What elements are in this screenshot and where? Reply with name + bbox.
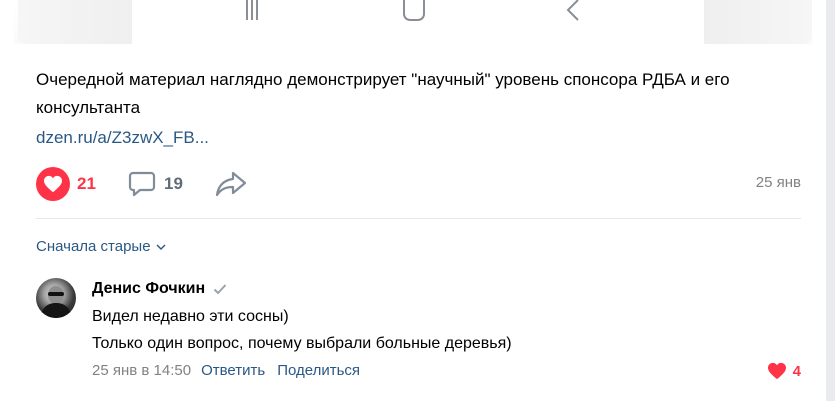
sort-label: Сначала старые [36, 238, 151, 255]
back-icon[interactable] [566, 0, 580, 24]
like-button[interactable]: 21 [36, 167, 96, 201]
comment-share-button[interactable]: Поделиться [277, 362, 360, 379]
reply-button[interactable]: Ответить [201, 362, 265, 379]
post-actions: 21 19 25 янв [36, 167, 801, 203]
post-card: Очередной материал наглядно демонстрируе… [0, 0, 826, 401]
comment-text-line: Только один вопрос, почему выбрали больн… [92, 335, 512, 352]
page-background [826, 0, 835, 401]
share-button[interactable] [214, 170, 248, 203]
comments-sort[interactable]: Сначала старые [36, 238, 166, 255]
comment-like-count: 4 [792, 362, 801, 380]
share-icon [215, 171, 247, 197]
comment-button[interactable]: 19 [128, 168, 183, 200]
check-icon [213, 284, 227, 295]
post-text: Очередной материал наглядно демонстрируе… [36, 70, 730, 117]
comment-count: 19 [164, 174, 183, 193]
avatar[interactable] [36, 278, 76, 318]
heart-icon [36, 167, 70, 201]
comment-author[interactable]: Денис Фочкин [92, 280, 205, 298]
recent-apps-icon[interactable] [245, 0, 259, 22]
chevron-down-icon [156, 244, 166, 250]
android-nav-bar [132, 0, 704, 44]
media-frame-right [704, 0, 812, 44]
comment-like-button[interactable]: 4 [767, 362, 801, 380]
post-date[interactable]: 25 янв [756, 174, 801, 191]
home-icon[interactable] [402, 0, 426, 24]
comment-item: Денис Фочкин Видел недавно эти сосны) То… [36, 278, 801, 388]
heart-icon [767, 362, 786, 380]
divider [36, 218, 801, 219]
comment-icon [128, 171, 156, 197]
media-frame-left [18, 0, 132, 44]
comment-text-line: Видел недавно эти сосны) [92, 308, 289, 325]
like-count: 21 [77, 174, 96, 193]
post-link[interactable]: dzen.ru/a/Z3zwX_FB... [36, 124, 209, 152]
comment-meta: 25 янв в 14:50 Ответить Поделиться [92, 362, 360, 379]
comment-time[interactable]: 25 янв в 14:50 [92, 362, 191, 379]
